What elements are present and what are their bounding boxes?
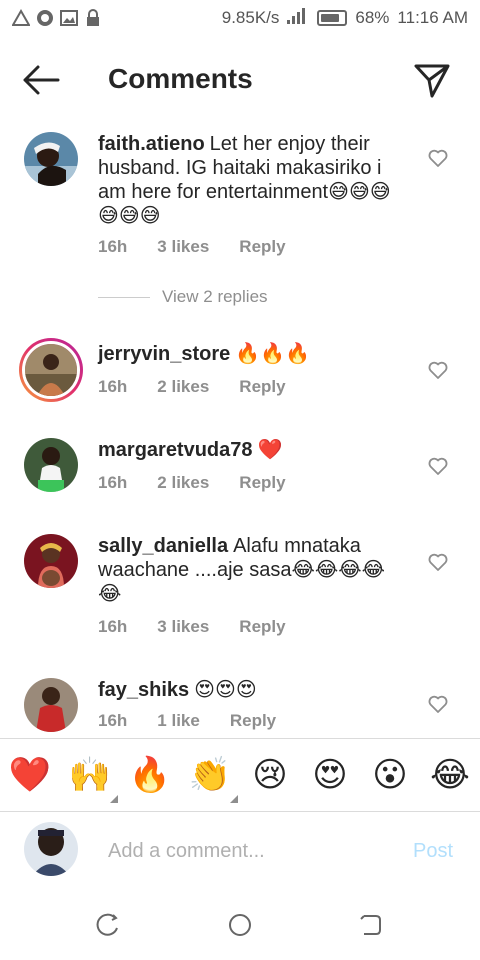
comment-likes[interactable]: 2 likes — [157, 377, 209, 397]
comment-meta: 16h 2 likes Reply — [98, 473, 316, 493]
comment-username[interactable]: fay_shiks — [98, 679, 189, 701]
status-bar: 9.85K/s 68% 11:16 AM — [0, 0, 480, 36]
comment-list[interactable]: faith.atieno Let her enjoy their husband.… — [0, 124, 480, 738]
emoji-heart-eyes-button[interactable]: 😍 — [308, 755, 352, 795]
avatar-image — [22, 341, 80, 399]
comment-time: 16h — [98, 377, 128, 396]
view-replies-button[interactable]: View 2 replies — [98, 287, 268, 307]
back-nav-icon — [360, 915, 381, 935]
comment-likes[interactable]: 1 like — [157, 711, 200, 731]
like-heart-icon[interactable] — [428, 552, 448, 572]
comment-username[interactable]: faith.atieno — [98, 133, 205, 155]
comment-text: 🔥🔥🔥 — [235, 343, 311, 365]
comment-time: 16h — [98, 617, 128, 636]
header: Comments — [0, 36, 480, 124]
like-heart-icon[interactable] — [428, 694, 448, 714]
send-button[interactable] — [412, 60, 452, 100]
battery-icon — [317, 10, 348, 26]
emoji-heart-button[interactable]: ❤️ — [8, 755, 52, 795]
status-icons-right: 9.85K/s 68% 11:16 AM — [221, 7, 468, 29]
post-button[interactable]: Post — [413, 840, 453, 863]
status-icons-left — [11, 8, 102, 27]
like-heart-icon[interactable] — [428, 148, 448, 168]
reply-button[interactable]: Reply — [239, 237, 285, 257]
emoji-glyph: 🙌 — [68, 756, 112, 794]
reply-button[interactable]: Reply — [230, 711, 276, 731]
signal-icon — [287, 7, 309, 29]
send-icon — [414, 64, 450, 98]
recent-apps-icon — [96, 913, 118, 936]
emoji-surprised-button[interactable]: 😮 — [368, 755, 412, 795]
whatsapp-icon — [36, 9, 54, 27]
comment-username[interactable]: jerryvin_store — [98, 343, 230, 365]
avatar[interactable] — [24, 438, 78, 492]
comment-text-block: faith.atieno Let her enjoy their husband.… — [98, 132, 408, 228]
back-arrow-icon — [23, 65, 60, 95]
emoji-clap-button[interactable]: 👏 — [188, 755, 238, 803]
emoji-glyph: 👏 — [188, 756, 232, 794]
recent-apps-button[interactable] — [95, 912, 121, 938]
comment-text-block: margaretvuda78 ❤️ — [98, 438, 408, 462]
comment-text: ❤️ — [257, 439, 283, 461]
comment-username[interactable]: margaretvuda78 — [98, 439, 253, 461]
comment-time: 16h — [98, 473, 128, 492]
comment-text: 😍😍😍 — [194, 679, 257, 701]
comment-likes[interactable]: 2 likes — [157, 473, 209, 493]
reply-button[interactable]: Reply — [239, 377, 285, 397]
lock-icon — [84, 9, 102, 27]
clock: 11:16 AM — [397, 8, 468, 27]
like-heart-icon[interactable] — [428, 360, 448, 380]
back-nav-button[interactable] — [358, 912, 384, 938]
avatar[interactable] — [24, 132, 78, 186]
comment-meta: 16h 3 likes Reply — [98, 237, 316, 257]
comment-time: 16h — [98, 237, 128, 256]
home-icon — [229, 914, 251, 936]
reply-button[interactable]: Reply — [239, 617, 285, 637]
avatar[interactable] — [24, 678, 78, 732]
comment-text-block: sally_daniella Alafu mnataka waachane ...… — [98, 534, 408, 606]
comment-username[interactable]: sally_daniella — [98, 535, 228, 557]
emoji-crying-button[interactable]: 😢 — [248, 755, 292, 795]
view-replies-label: View 2 replies — [162, 287, 268, 306]
skin-tone-indicator-icon — [230, 795, 238, 803]
gallery-icon — [60, 9, 78, 27]
comment-meta: 16h 1 like Reply — [98, 711, 306, 731]
battery-percent: 68% — [355, 8, 390, 27]
emoji-laughing-button[interactable]: 😂 — [428, 755, 472, 795]
avatar[interactable] — [24, 534, 78, 588]
comment-likes[interactable]: 3 likes — [157, 617, 209, 637]
like-heart-icon[interactable] — [428, 456, 448, 476]
divider-line — [98, 296, 150, 298]
alert-icon — [11, 8, 31, 27]
comment-text-block: fay_shiks 😍😍😍 — [98, 678, 408, 702]
my-avatar — [24, 822, 78, 876]
home-button[interactable] — [227, 912, 253, 938]
network-speed: 9.85K/s — [221, 8, 280, 27]
comment-meta: 16h 2 likes Reply — [98, 377, 316, 397]
system-nav-bar — [0, 892, 480, 960]
page-title: Comments — [108, 63, 253, 94]
emoji-reaction-bar: ❤️ 🙌 🔥 👏 😢 😍 😮 😂 — [0, 738, 480, 812]
comment-text-block: jerryvin_store 🔥🔥🔥 — [98, 342, 408, 366]
comment-meta: 16h 3 likes Reply — [98, 617, 316, 637]
reply-button[interactable]: Reply — [239, 473, 285, 493]
skin-tone-indicator-icon — [110, 795, 118, 803]
emoji-fire-button[interactable]: 🔥 — [128, 755, 172, 795]
comment-time: 16h — [98, 711, 128, 730]
add-comment-bar: Post — [0, 812, 480, 892]
comment-likes[interactable]: 3 likes — [157, 237, 209, 257]
comment-input[interactable] — [108, 836, 398, 866]
back-button[interactable] — [22, 64, 62, 96]
avatar[interactable] — [19, 338, 83, 402]
emoji-raised-hands-button[interactable]: 🙌 — [68, 755, 118, 803]
